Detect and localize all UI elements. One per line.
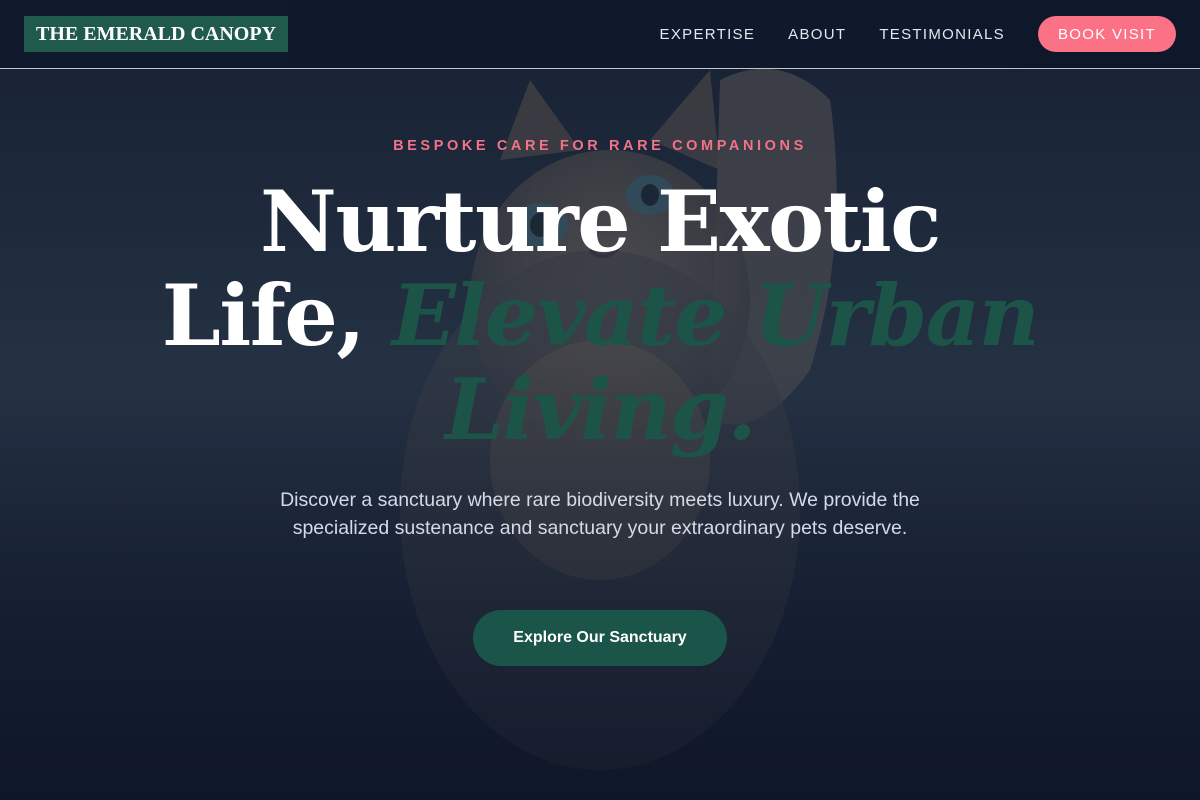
nav-link-testimonials[interactable]: TESTIMONIALS — [879, 26, 1005, 43]
nav-link-expertise[interactable]: EXPERTISE — [660, 26, 756, 43]
headline-accent: Elevate Urban Living. — [391, 266, 1040, 459]
hero-subtitle: Discover a sanctuary where rare biodiver… — [280, 489, 920, 539]
hero-headline: Nurture Exotic Life, Elevate Urban Livin… — [150, 175, 1050, 457]
hero-eyebrow: BESPOKE CARE FOR RARE COMPANIONS — [393, 138, 807, 154]
explore-sanctuary-button[interactable]: Explore Our Sanctuary — [473, 610, 727, 666]
nav-links: EXPERTISE ABOUT TESTIMONIALS BOOK VISIT — [660, 16, 1176, 52]
top-navbar: THE EMERALD CANOPY EXPERTISE ABOUT TESTI… — [0, 0, 1200, 69]
hero-content: BESPOKE CARE FOR RARE COMPANIONS Nurture… — [0, 0, 1200, 800]
brand-logo[interactable]: THE EMERALD CANOPY — [24, 16, 289, 52]
nav-link-about[interactable]: ABOUT — [788, 26, 846, 43]
book-visit-button[interactable]: BOOK VISIT — [1037, 16, 1176, 52]
